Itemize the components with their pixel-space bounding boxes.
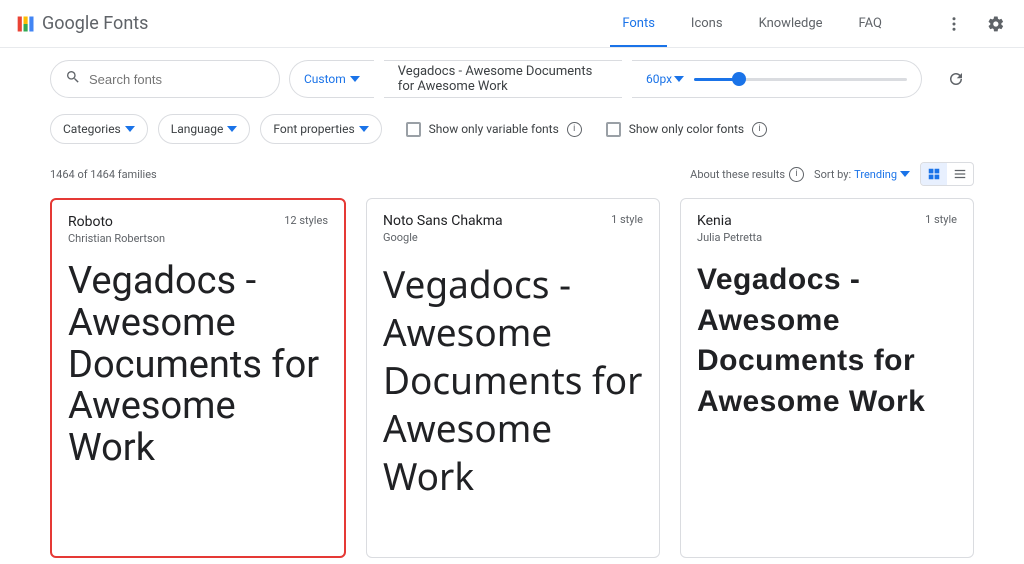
language-label: Language [171, 122, 224, 136]
chevron-down-icon [674, 74, 684, 84]
sort-value: Trending [854, 168, 897, 181]
settings-icon[interactable] [984, 12, 1008, 36]
results-bar: 1464 of 1464 families About these result… [0, 156, 1024, 192]
preview-mode-select[interactable]: Custom [289, 60, 374, 98]
info-icon: i [789, 167, 804, 182]
nav-icons[interactable]: Icons [687, 0, 727, 47]
nav-fonts[interactable]: Fonts [618, 0, 659, 47]
card-styles: 1 style [925, 213, 957, 226]
grid-view-button[interactable] [921, 163, 947, 185]
sort-label: Sort by: [814, 168, 851, 181]
font-card-roboto[interactable]: Roboto 12 styles Christian Robertson Veg… [50, 198, 346, 558]
nav-faq[interactable]: FAQ [855, 0, 886, 47]
categories-label: Categories [63, 122, 121, 136]
chevron-down-icon [227, 124, 237, 134]
card-name: Kenia [697, 213, 732, 229]
categories-filter[interactable]: Categories [50, 114, 148, 144]
info-icon[interactable]: i [567, 122, 582, 137]
card-preview: Vegadocs - Awesome Documents for Awesome… [68, 261, 328, 470]
info-icon[interactable]: i [752, 122, 767, 137]
filter-bar: Categories Language Font properties Show… [0, 110, 1024, 156]
main-nav: Fonts Icons Knowledge FAQ [618, 0, 1008, 47]
chevron-down-icon [900, 169, 910, 179]
font-cards: Roboto 12 styles Christian Robertson Veg… [0, 192, 1024, 564]
card-author: Christian Robertson [68, 232, 328, 245]
about-results-link[interactable]: About these results i [690, 167, 804, 182]
color-label: Show only color fonts [629, 122, 744, 136]
top-header: Google Fonts Fonts Icons Knowledge FAQ [0, 0, 1024, 48]
chevron-down-icon [125, 124, 135, 134]
size-slider[interactable] [694, 78, 907, 81]
about-text: About these results [690, 168, 785, 181]
toolbar: Custom Vegadocs - Awesome Documents for … [0, 48, 1024, 110]
color-fonts-toggle: Show only color fonts i [606, 122, 767, 137]
nav-knowledge[interactable]: Knowledge [755, 0, 827, 47]
search-input[interactable] [89, 72, 265, 87]
card-styles: 12 styles [284, 214, 328, 227]
font-card-noto-sans-chakma[interactable]: Noto Sans Chakma 1 style Google Vegadocs… [366, 198, 660, 558]
card-author: Google [383, 231, 643, 244]
size-select[interactable]: 60px [646, 72, 684, 86]
search-input-wrap[interactable] [50, 60, 280, 98]
chevron-down-icon [350, 74, 360, 84]
preview-text-input[interactable]: Vegadocs - Awesome Documents for Awesome… [384, 60, 622, 98]
font-card-kenia[interactable]: Kenia 1 style Julia Petretta Vegadocs - … [680, 198, 974, 558]
custom-label: Custom [304, 72, 346, 86]
font-properties-filter[interactable]: Font properties [260, 114, 381, 144]
variable-label: Show only variable fonts [429, 122, 559, 136]
variable-checkbox[interactable] [406, 122, 421, 137]
list-view-button[interactable] [947, 163, 973, 185]
sort-select[interactable]: Sort by: Trending [814, 168, 910, 181]
size-control: 60px [632, 60, 922, 98]
preview-text: Vegadocs - Awesome Documents for Awesome… [398, 64, 608, 94]
card-preview: Vegadocs - Awesome Documents for Awesome… [383, 260, 643, 500]
color-checkbox[interactable] [606, 122, 621, 137]
card-styles: 1 style [611, 213, 643, 226]
language-filter[interactable]: Language [158, 114, 251, 144]
card-name: Noto Sans Chakma [383, 213, 503, 229]
reset-button[interactable] [938, 61, 974, 97]
more-menu-icon[interactable] [942, 12, 966, 36]
google-fonts-logo-icon [16, 14, 36, 34]
variable-fonts-toggle: Show only variable fonts i [406, 122, 582, 137]
logo-text: Google Fonts [42, 13, 148, 34]
card-author: Julia Petretta [697, 231, 957, 244]
chevron-down-icon [359, 124, 369, 134]
card-name: Roboto [68, 214, 113, 230]
slider-thumb[interactable] [732, 72, 746, 86]
view-toggle [920, 162, 974, 186]
logo[interactable]: Google Fonts [16, 13, 148, 34]
card-preview: Vegadocs - Awesome Documents for Awesome… [697, 260, 957, 422]
font-properties-label: Font properties [273, 122, 354, 136]
search-icon [65, 69, 81, 89]
size-value: 60px [646, 72, 672, 86]
results-count: 1464 of 1464 families [50, 168, 157, 181]
